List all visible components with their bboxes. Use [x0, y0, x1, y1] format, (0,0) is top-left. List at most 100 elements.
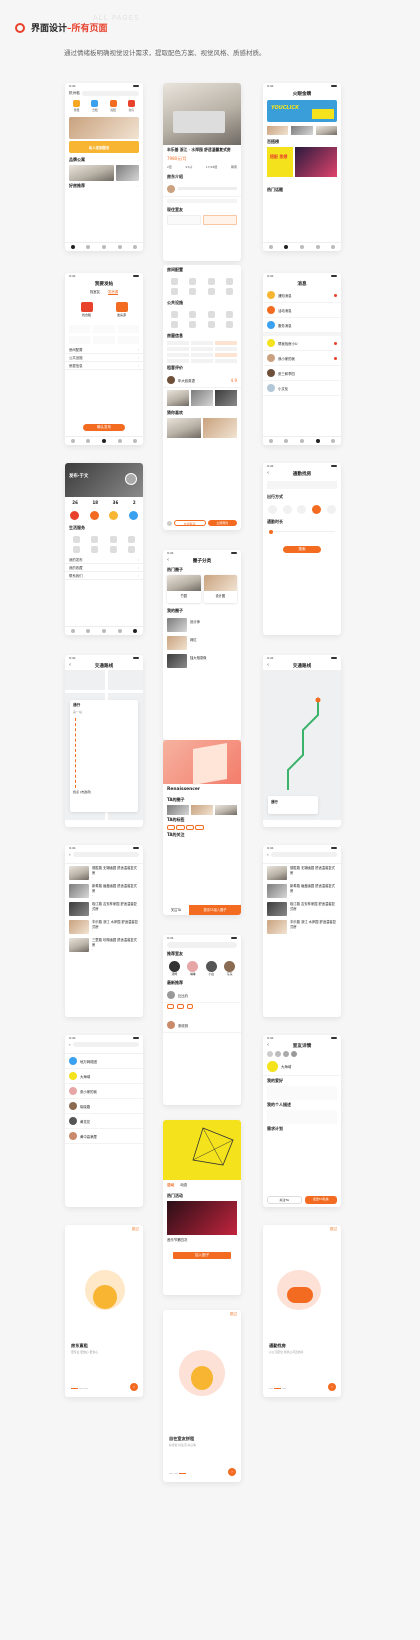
tab-msg-icon[interactable] [117, 439, 122, 443]
row-public[interactable]: 公共设施 › [65, 354, 143, 362]
next-button[interactable]: › [228, 1468, 236, 1476]
quick-icon[interactable] [70, 511, 80, 520]
thumb[interactable] [315, 126, 337, 135]
circle-post[interactable]: 独大相录像 ··· [163, 652, 241, 670]
follow-button[interactable]: 关注TA [163, 905, 189, 915]
circle-post[interactable]: 网红 ··· [163, 634, 241, 652]
invite-button[interactable]: 邀请TA加入圈子 [189, 905, 241, 915]
listing-item[interactable]: 临江路 吉安林家园 舒适温馨复式房 · [65, 900, 143, 918]
tab-circle-icon[interactable] [284, 439, 289, 443]
search-input[interactable] [167, 942, 237, 948]
banner-youclick[interactable]: YOUCLICK [267, 100, 337, 122]
book-button[interactable]: 立即预约 [207, 520, 237, 526]
guess-card[interactable] [203, 418, 237, 438]
form-field[interactable] [117, 336, 139, 344]
search-input[interactable] [270, 852, 337, 857]
thumb[interactable] [267, 126, 289, 135]
tab-msg-icon[interactable] [117, 245, 122, 249]
grid-item-shared[interactable]: 合租 [87, 100, 102, 112]
tab-home-icon[interactable] [268, 245, 273, 249]
tab-me-icon[interactable] [133, 629, 138, 633]
tab-circle-icon[interactable] [86, 439, 91, 443]
tab-post-icon[interactable] [101, 439, 106, 443]
city-selector[interactable]: 杭州临 [69, 91, 80, 96]
map-area[interactable]: 通行 [263, 670, 341, 820]
listing-item[interactable]: 德胜路 无锡幽园 舒适温馨复式房 · [263, 864, 341, 882]
quick-icon[interactable] [89, 511, 99, 520]
submit-button[interactable]: 确认发布 [83, 424, 125, 431]
home-feature-image[interactable] [69, 117, 139, 139]
guess-card[interactable] [167, 418, 201, 438]
tab-activity[interactable]: 活动 [167, 1183, 174, 1188]
tab-msg-icon[interactable] [117, 629, 122, 633]
skip-button[interactable]: 跳过 [132, 1227, 139, 1232]
friend-card[interactable]: 小白 [205, 961, 217, 976]
company-input[interactable] [267, 481, 337, 489]
agent-item[interactable]: 地万网络团 [65, 1054, 143, 1069]
star-icon[interactable] [167, 520, 172, 526]
search-button[interactable]: 搜索 [283, 546, 321, 553]
tab-msg-icon[interactable] [315, 439, 320, 443]
chat-item[interactable]: 小文化 [263, 381, 341, 396]
roommate-card[interactable] [167, 214, 201, 225]
agent-item[interactable]: 黄中高满里 [65, 1129, 143, 1144]
listing-item[interactable]: 临江路 吉安林家园 舒适温馨复式房 · [263, 900, 341, 918]
back-icon[interactable]: ‹ [69, 662, 71, 668]
msg-activity[interactable]: 活动消息 [263, 303, 341, 318]
metro-icon[interactable] [327, 505, 337, 514]
tab-circle-icon[interactable] [86, 245, 91, 249]
tab-home-icon[interactable] [70, 439, 75, 443]
next-button[interactable]: › [328, 1383, 336, 1391]
circle-post[interactable]: 设计师 ··· [163, 616, 241, 634]
listing-item[interactable]: 丰乐路 浙江 水岸园 舒适温馨复式房 · [263, 918, 341, 936]
listing-item[interactable]: 新希路 幽盖幽园 舒适温馨复式房 · [65, 882, 143, 900]
circle-card[interactable]: 竹园 [167, 575, 201, 603]
friend-card[interactable]: 琳琳 [187, 961, 199, 976]
tab-circle-icon[interactable] [284, 245, 289, 249]
row-room-config[interactable]: 房间配置 › [65, 346, 143, 354]
form-field[interactable] [93, 325, 115, 333]
tab-circle-icon[interactable] [86, 629, 91, 633]
form-field[interactable] [93, 336, 115, 344]
brand-card[interactable] [116, 165, 139, 181]
tab-home-icon[interactable] [70, 245, 75, 249]
msg-notify[interactable]: 通知消息 [263, 288, 341, 303]
car-icon[interactable] [282, 505, 292, 514]
agent-item[interactable]: 黄花花 [65, 1114, 143, 1129]
back-icon[interactable]: ‹ [267, 662, 269, 668]
quick-icon[interactable] [128, 511, 138, 520]
search-input[interactable] [81, 90, 139, 96]
row-contact[interactable]: 联系我们 › [65, 572, 143, 580]
join-button[interactable]: 加入圈子 [173, 1252, 231, 1259]
tab-me-icon[interactable] [331, 245, 336, 249]
grid-item-new[interactable]: 新房 [124, 100, 139, 112]
roommate-card[interactable] [203, 214, 237, 225]
grid-item-short[interactable]: 短租 [106, 100, 121, 112]
form-field[interactable] [69, 325, 91, 333]
follow-button[interactable]: 关注TA [267, 1196, 302, 1204]
agent-row[interactable] [163, 182, 241, 197]
brand-card[interactable] [69, 165, 115, 181]
listing-item[interactable]: 丰乐路 浙江 水岸园 舒适温馨复式房 · [65, 918, 143, 936]
custom-service-banner[interactable]: 私人定制服务 [69, 141, 139, 153]
form-field[interactable] [69, 336, 91, 344]
agent-item[interactable]: 大海域 [65, 1069, 143, 1084]
tab-me-icon[interactable] [133, 439, 138, 443]
msg-service[interactable]: 服务消息 [263, 318, 341, 333]
option-find-share[interactable]: 找合租 [80, 302, 93, 317]
message-button[interactable]: 发送TA私信 [304, 1196, 337, 1204]
tab-home-icon[interactable] [268, 439, 273, 443]
tab-home-icon[interactable] [70, 629, 75, 633]
agent-item[interactable]: 张小家的我 [65, 1084, 143, 1099]
news-post[interactable]: 张收到 [163, 1018, 241, 1033]
grid-item-whole[interactable]: 整租 [69, 100, 84, 112]
map-area[interactable]: 通行 第一站 终点 (市政府) [65, 670, 143, 820]
row-my-fav[interactable]: 我的收藏 › [65, 564, 143, 572]
chat-item[interactable]: 张三和李四 [263, 366, 341, 381]
listing-item[interactable]: 新希路 幽盖幽园 舒适温馨复式房 · [263, 882, 341, 900]
walk-icon[interactable] [312, 505, 322, 514]
tab-moment[interactable]: 动态 [180, 1183, 187, 1188]
search-input[interactable] [72, 852, 139, 857]
time-slider[interactable] [269, 529, 335, 534]
row-my-post[interactable]: 我的发布 › [65, 556, 143, 564]
